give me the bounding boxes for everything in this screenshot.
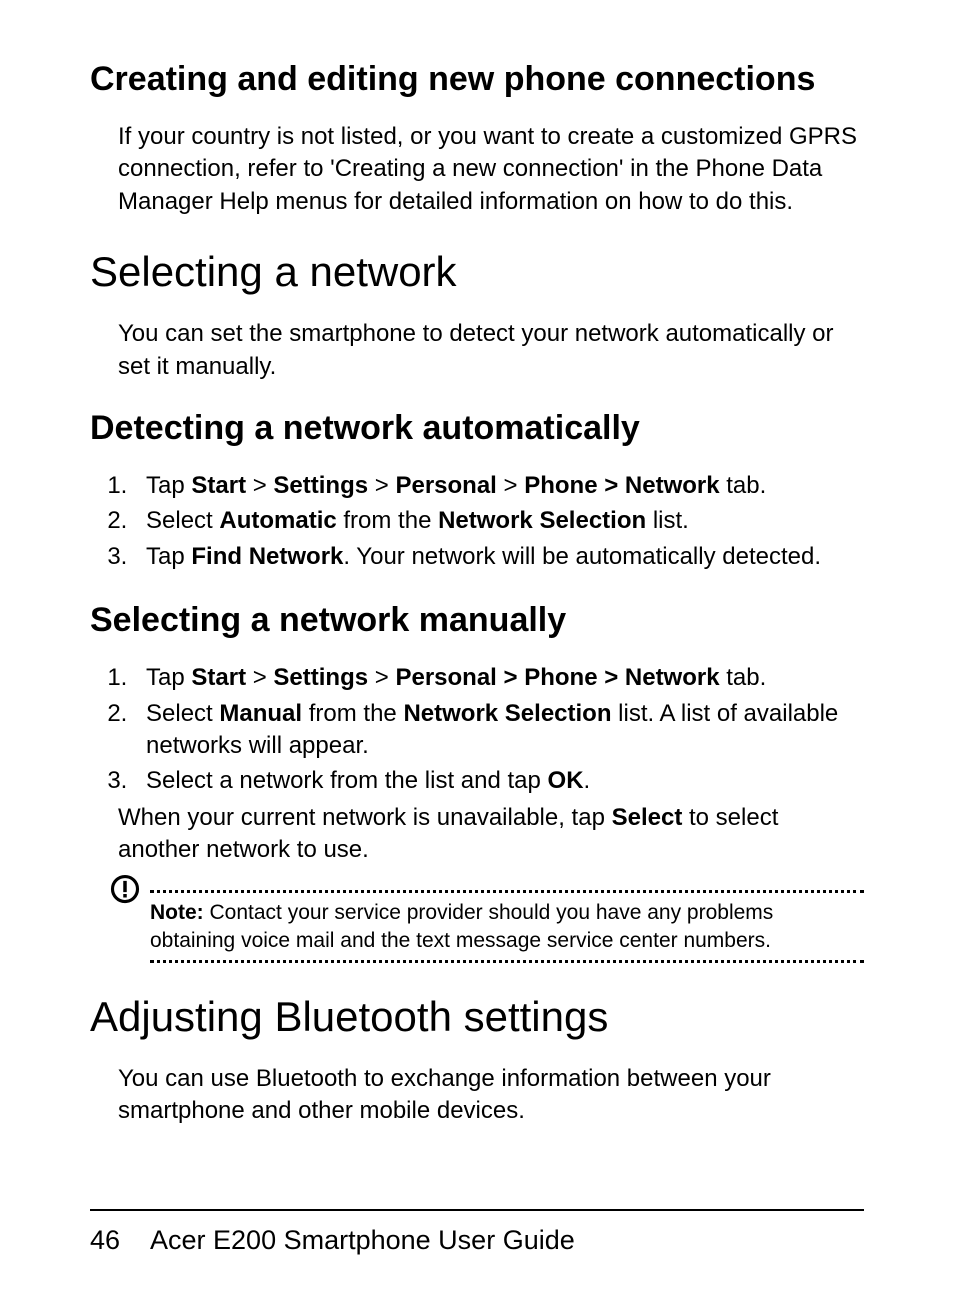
note-block: Note: Contact your service provider shou… xyxy=(90,890,864,963)
bold: Settings xyxy=(273,472,368,499)
text: Tap xyxy=(146,472,191,499)
text: > xyxy=(368,472,395,499)
para-creating-connections: If your country is not listed, or you wa… xyxy=(118,121,864,218)
heading-bluetooth: Adjusting Bluetooth settings xyxy=(90,993,864,1041)
bold: Start xyxy=(191,472,246,499)
step-item: Select a network from the list and tap O… xyxy=(134,765,864,797)
text: > xyxy=(246,472,273,499)
note-body: Contact your service provider should you… xyxy=(150,901,773,951)
bold: Phone > Network xyxy=(524,472,719,499)
step-item: Select Manual from the Network Selection… xyxy=(134,698,864,763)
text: Select xyxy=(146,700,219,727)
text: list. xyxy=(646,507,689,534)
page-number: 46 xyxy=(90,1225,144,1256)
page-footer: 46 Acer E200 Smartphone User Guide xyxy=(90,1209,864,1256)
bold: Network Selection xyxy=(403,700,611,727)
bold: Start xyxy=(191,664,246,691)
bold: Personal > Phone > Network xyxy=(395,664,719,691)
step-item: Tap Start > Settings > Personal > Phone … xyxy=(134,662,864,694)
bold: Automatic xyxy=(219,507,336,534)
text: . xyxy=(584,767,591,794)
text: . Your network will be automatically det… xyxy=(343,543,821,570)
text: > xyxy=(368,664,395,691)
text: Select xyxy=(146,507,219,534)
bold: OK xyxy=(548,767,584,794)
bold: Settings xyxy=(273,664,368,691)
note-divider-top xyxy=(150,890,864,893)
text: Select a network from the list and tap xyxy=(146,767,548,794)
text: from the xyxy=(337,507,438,534)
step-item: Select Automatic from the Network Select… xyxy=(134,505,864,537)
note-divider-bottom xyxy=(150,960,864,963)
footer-rule xyxy=(90,1209,864,1211)
text: > xyxy=(497,472,524,499)
note-label: Note: xyxy=(150,901,204,924)
page: Creating and editing new phone connectio… xyxy=(0,0,954,1316)
bold: Network Selection xyxy=(438,507,646,534)
footer-title: Acer E200 Smartphone User Guide xyxy=(150,1225,575,1255)
para-select-manual-after: When your current network is unavailable… xyxy=(118,802,864,867)
bold: Select xyxy=(612,804,683,831)
steps-select-manual: Tap Start > Settings > Personal > Phone … xyxy=(134,662,864,798)
step-item: Tap Start > Settings > Personal > Phone … xyxy=(134,470,864,502)
text: tab. xyxy=(720,664,767,691)
heading-detect-auto: Detecting a network automatically xyxy=(90,409,864,448)
heading-selecting-network: Selecting a network xyxy=(90,248,864,296)
text: Tap xyxy=(146,664,191,691)
text: When your current network is unavailable… xyxy=(118,804,612,831)
bold: Manual xyxy=(219,700,302,727)
alert-icon xyxy=(110,874,140,909)
steps-detect-auto: Tap Start > Settings > Personal > Phone … xyxy=(134,470,864,573)
para-bluetooth: You can use Bluetooth to exchange inform… xyxy=(118,1063,864,1128)
text: tab. xyxy=(720,472,767,499)
bold: Personal xyxy=(395,472,496,499)
text: > xyxy=(246,664,273,691)
footer-line: 46 Acer E200 Smartphone User Guide xyxy=(90,1225,864,1256)
bold: Find Network xyxy=(191,543,343,570)
heading-creating-connections: Creating and editing new phone connectio… xyxy=(90,60,864,99)
note-text: Note: Contact your service provider shou… xyxy=(150,899,864,954)
heading-select-manual: Selecting a network manually xyxy=(90,601,864,640)
step-item: Tap Find Network. Your network will be a… xyxy=(134,541,864,573)
text: Tap xyxy=(146,543,191,570)
para-selecting-network: You can set the smartphone to detect you… xyxy=(118,318,864,383)
text: from the xyxy=(302,700,403,727)
